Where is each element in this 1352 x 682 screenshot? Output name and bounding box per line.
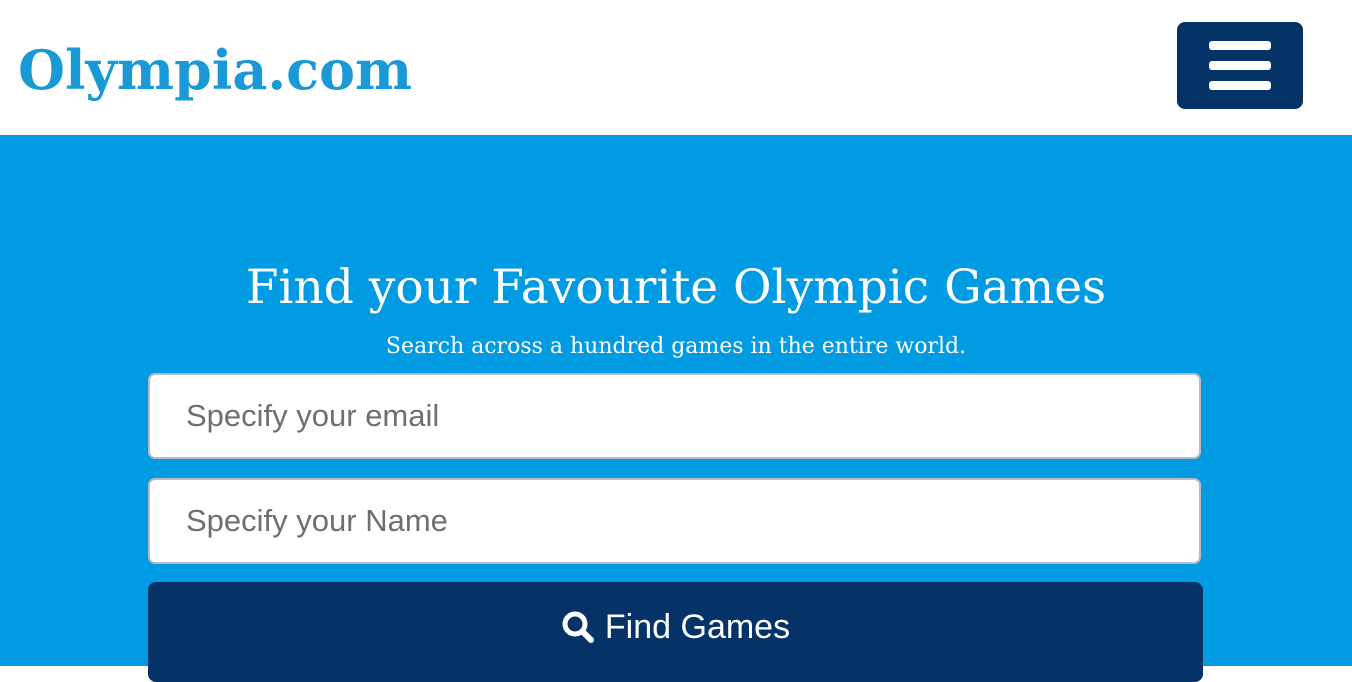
email-field[interactable] [148,373,1201,459]
hamburger-menu-button[interactable] [1177,22,1303,109]
hamburger-menu-icon [1209,81,1271,90]
search-icon [561,610,595,644]
hero-title: Find your Favourite Olympic Games [245,260,1107,315]
hamburger-menu-icon [1209,41,1271,50]
find-games-button-content: Find Games [561,606,790,648]
hero-section: Find your Favourite Olympic Games Search… [0,135,1352,682]
name-field[interactable] [148,478,1201,564]
hamburger-menu-icon [1209,61,1271,70]
hero-subtitle: Search across a hundred games in the ent… [385,334,967,359]
site-header: Olympia.com [0,0,1352,135]
find-games-label: Find Games [604,608,791,646]
find-games-button[interactable]: Find Games [148,582,1203,682]
site-logo[interactable]: Olympia.com [18,30,412,110]
